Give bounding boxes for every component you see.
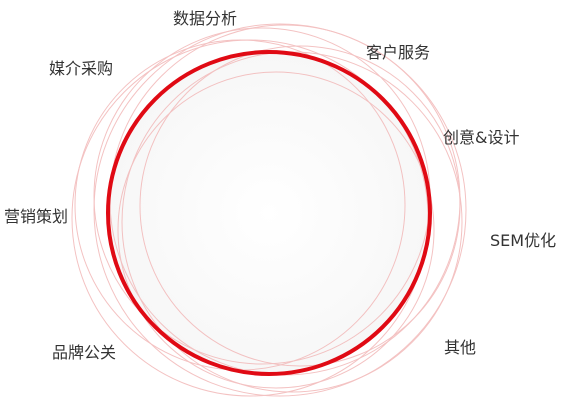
service-ring-diagram: 数据分析 客户服务 媒介采购 创意&设计 营销策划 SEM优化 品牌公关 其他 (0, 0, 566, 405)
label-sem-optimization[interactable]: SEM优化 (490, 232, 556, 250)
label-marketing-planning[interactable]: 营销策划 (4, 208, 68, 226)
label-data-analysis[interactable]: 数据分析 (173, 10, 237, 28)
label-brand-pr[interactable]: 品牌公关 (52, 344, 116, 362)
label-creative-design[interactable]: 创意&设计 (443, 129, 519, 147)
label-media-buying[interactable]: 媒介采购 (49, 60, 113, 78)
label-other[interactable]: 其他 (444, 339, 476, 357)
label-customer-service[interactable]: 客户服务 (366, 44, 430, 62)
